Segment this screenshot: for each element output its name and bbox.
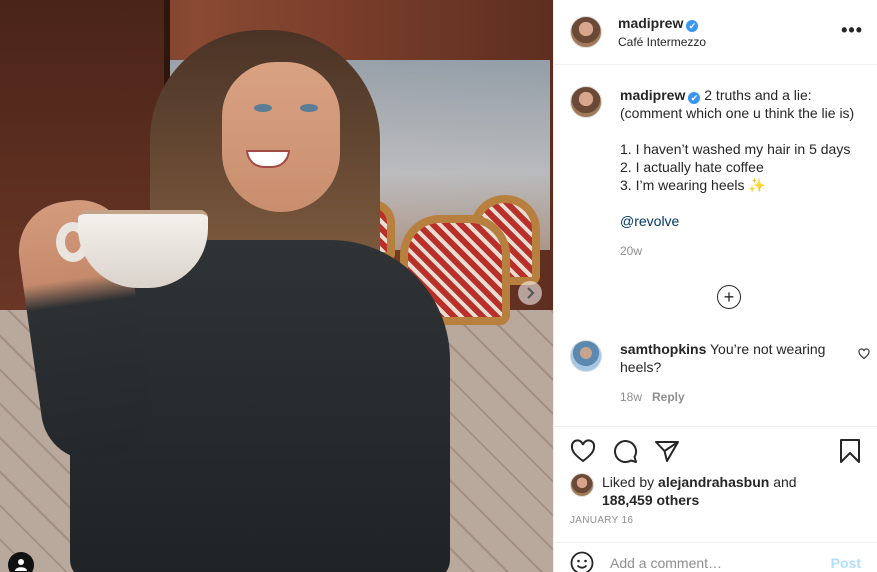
add-comment-bar: Post — [554, 542, 877, 572]
verified-badge-icon: ✔ — [686, 19, 699, 32]
verified-badge-icon: ✔ — [688, 92, 701, 104]
comment-item: samthopkins You’re not wearing heels? 18… — [570, 340, 870, 406]
more-options-button[interactable]: ••• — [841, 20, 863, 41]
caption-item-1: 1. I haven’t washed my hair in 5 days — [620, 141, 851, 157]
like-comment-heart-icon[interactable] — [858, 348, 870, 360]
caption-text: madiprew ✔ 2 truths and a lie: (comment w… — [620, 86, 854, 260]
save-button[interactable] — [839, 438, 861, 464]
caption-line-2: (comment which one u think the lie is) — [620, 105, 855, 121]
likes-summary: Liked by alejandrahasbun and 188,459 oth… — [570, 473, 861, 509]
comment-input[interactable] — [610, 554, 831, 571]
plus-circle-icon: + — [723, 287, 735, 307]
comment-timestamp[interactable]: 18w — [620, 390, 642, 404]
post-photo[interactable] — [0, 0, 553, 572]
comment-meta: 18w Reply — [620, 388, 850, 406]
bookmark-icon — [840, 439, 860, 463]
like-button[interactable] — [570, 439, 596, 463]
paper-plane-icon — [655, 441, 679, 462]
caption-timestamp[interactable]: 20w — [620, 244, 642, 258]
smiley-icon — [570, 551, 594, 572]
caption-avatar[interactable] — [570, 86, 602, 118]
next-photo-button[interactable] — [518, 281, 542, 305]
liked-by-prefix: Liked by — [602, 474, 655, 490]
post-actions: Liked by alejandrahasbun and 188,459 oth… — [554, 426, 877, 530]
post-comment-button[interactable]: Post — [831, 555, 861, 571]
post-side-panel: madiprew ✔ Café Intermezzo ••• madiprew ✔ … — [553, 0, 877, 572]
comment-text: samthopkins You’re not wearing heels? 18… — [620, 340, 850, 406]
photo-eye — [300, 104, 318, 112]
location-link[interactable]: Café Intermezzo — [618, 33, 706, 51]
load-more-comments-button[interactable]: + — [717, 285, 741, 309]
likes-text: Liked by alejandrahasbun and 188,459 oth… — [602, 473, 797, 509]
heart-icon — [570, 439, 596, 463]
liker-avatar[interactable] — [570, 473, 594, 497]
author-avatar[interactable] — [570, 16, 602, 48]
emoji-button[interactable] — [570, 551, 594, 572]
liker-username[interactable]: alejandrahasbun — [658, 474, 769, 490]
author-username[interactable]: madiprew — [618, 15, 683, 31]
caption-item-3: 3. I’m wearing heels ✨ — [620, 177, 766, 193]
caption-username[interactable]: madiprew — [620, 87, 685, 103]
post-header: madiprew ✔ Café Intermezzo ••• — [554, 0, 877, 65]
caption-mention-link[interactable]: @revolve — [620, 212, 854, 230]
caption-item-2: 2. I actually hate coffee — [620, 159, 764, 175]
photo-face — [222, 62, 340, 212]
share-button[interactable] — [654, 439, 680, 463]
commenter-username[interactable]: samthopkins — [620, 341, 706, 357]
chevron-right-icon — [527, 287, 535, 299]
likes-and: and — [773, 474, 797, 490]
action-icons — [570, 437, 861, 465]
caption: madiprew ✔ 2 truths and a lie: (comment w… — [570, 86, 861, 260]
comment-button[interactable] — [612, 438, 638, 464]
comment-bubble-icon — [614, 440, 638, 464]
post-date[interactable]: JANUARY 16 — [570, 515, 861, 526]
likes-count-link[interactable]: 188,459 others — [602, 492, 699, 508]
reply-button[interactable]: Reply — [652, 390, 685, 404]
user-tag-icon — [15, 559, 27, 571]
tagged-users-button[interactable] — [8, 552, 34, 572]
photo-eye — [254, 104, 272, 112]
author-info: madiprew ✔ Café Intermezzo — [618, 14, 706, 51]
commenter-avatar[interactable] — [570, 340, 602, 372]
caption-age: 20w — [620, 242, 854, 260]
caption-line-1: 2 truths and a lie: — [704, 87, 812, 103]
comments-section: madiprew ✔ 2 truths and a lie: (comment w… — [554, 66, 877, 426]
